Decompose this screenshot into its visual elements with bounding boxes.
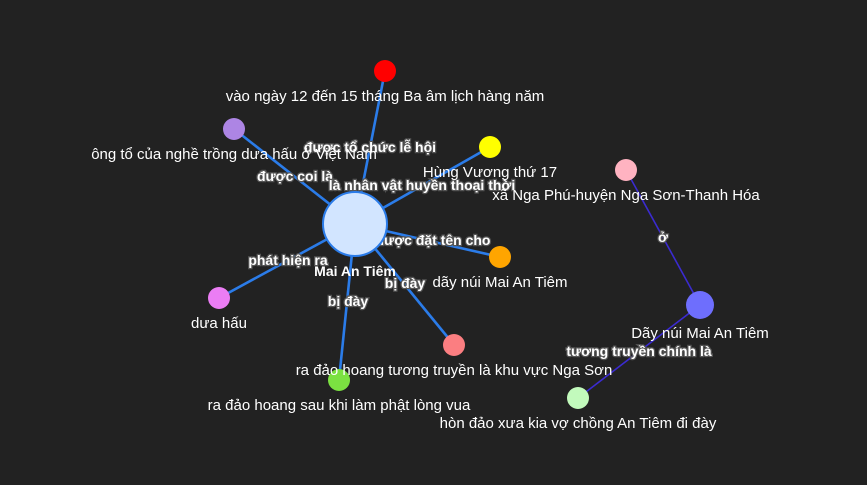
node-label: ra đảo hoang sau khi làm phật lòng vua: [208, 397, 471, 414]
center-node[interactable]: [322, 191, 388, 257]
node-n9[interactable]: [686, 291, 714, 319]
node-label: dưa hấu: [191, 315, 247, 332]
edge-label: được đặt tên cho: [376, 232, 491, 248]
node-n5[interactable]: [208, 287, 230, 309]
edge-label: bị đày: [328, 293, 369, 309]
node-n2[interactable]: [223, 118, 245, 140]
node-n10[interactable]: [567, 387, 589, 409]
node-n3[interactable]: [479, 136, 501, 158]
node-label: Hùng Vương thứ 17: [423, 164, 557, 181]
node-n1[interactable]: [374, 60, 396, 82]
node-label: xã Nga Phú-huyện Nga Sơn-Thanh Hóa: [492, 187, 760, 204]
node-label: ông tổ của nghề trồng dưa hấu ở Việt Nam: [91, 146, 377, 163]
edge-label: tương truyền chính là: [566, 343, 712, 359]
node-label: hòn đảo xưa kia vợ chồng An Tiêm đi đày: [440, 415, 717, 432]
node-label: dãy núi Mai An Tiêm: [432, 274, 567, 291]
node-n6[interactable]: [443, 334, 465, 356]
edge-label: ở: [658, 229, 668, 245]
node-label: Dãy núi Mai An Tiêm: [631, 325, 769, 342]
node-label: vào ngày 12 đến 15 tháng Ba âm lịch hàng…: [226, 88, 545, 105]
node-n4[interactable]: [489, 246, 511, 268]
node-label: ra đảo hoang tương truyền là khu vực Nga…: [296, 362, 613, 379]
edge-label: được coi là: [257, 168, 333, 184]
node-n8[interactable]: [615, 159, 637, 181]
center-node-label: Mai An Tiêm: [314, 263, 396, 279]
knowledge-graph[interactable]: được tổ chức lễ hộiđược coi làlà nhân vậ…: [0, 0, 867, 485]
